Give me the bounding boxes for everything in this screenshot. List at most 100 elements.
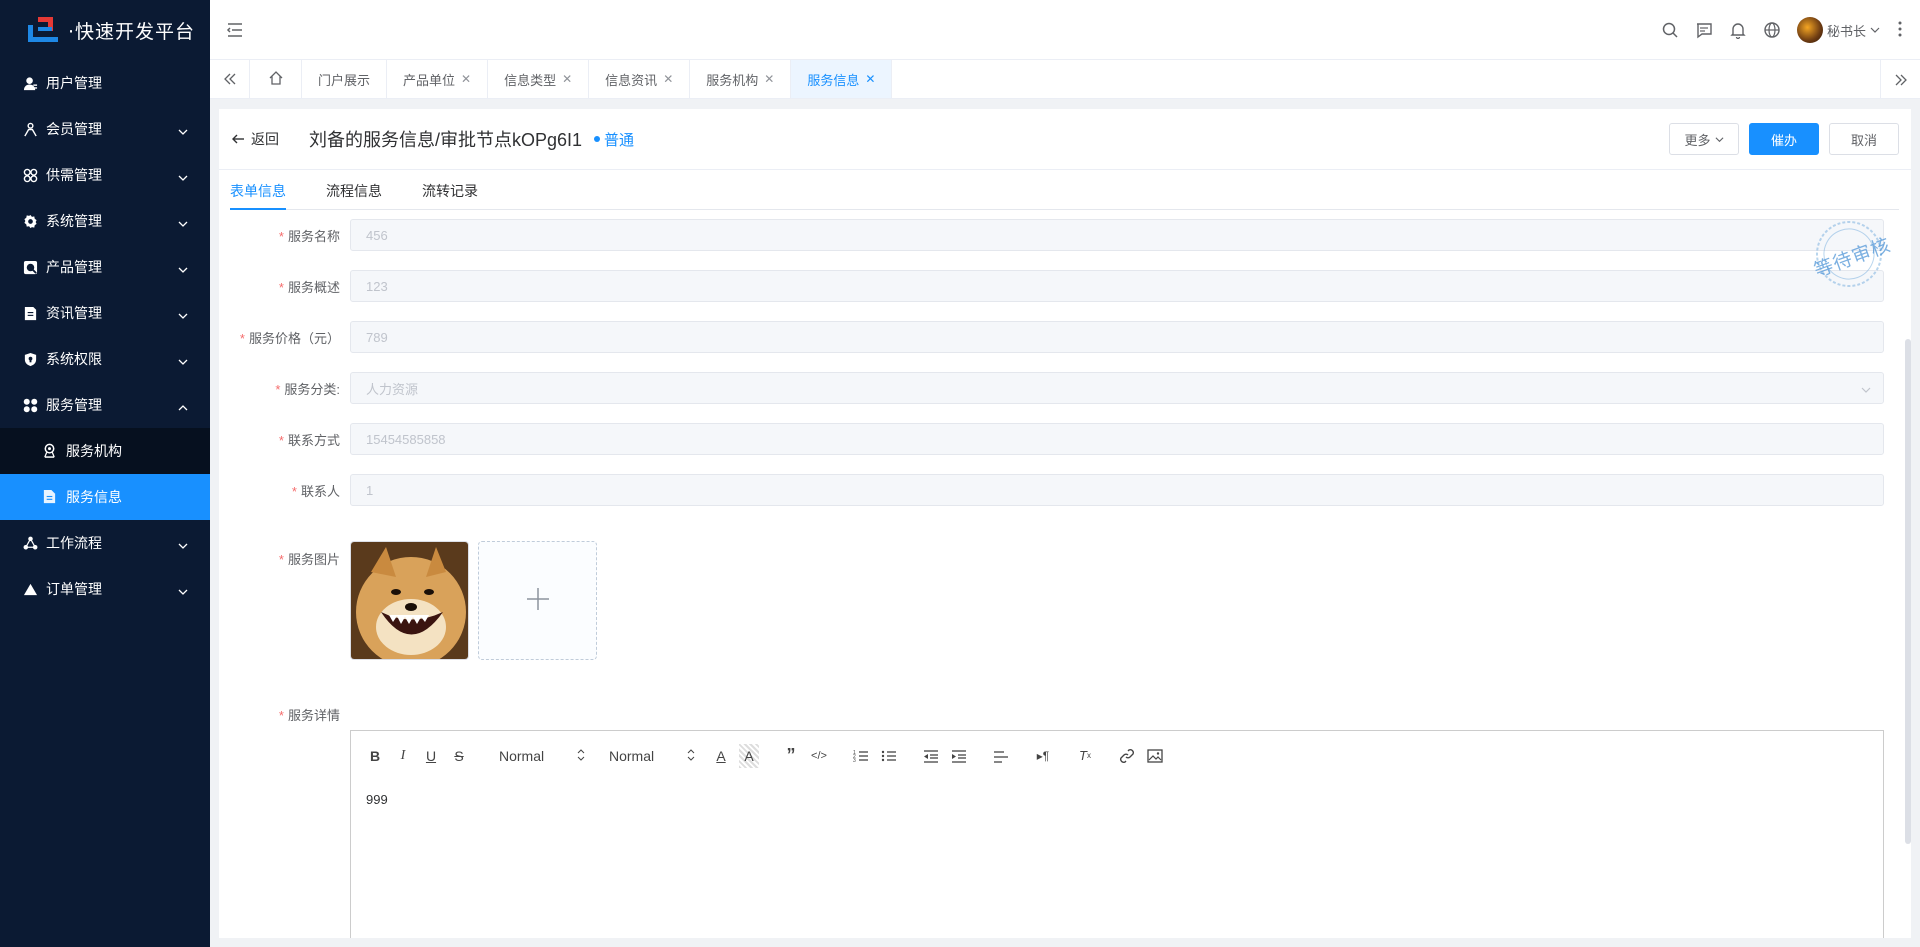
bell-icon[interactable] (1729, 21, 1747, 39)
text-field[interactable]: 123 (350, 270, 1884, 302)
user-name[interactable]: 秘书长 (1827, 21, 1866, 40)
collapse-menu-icon[interactable] (226, 21, 244, 39)
chevron-down-icon (178, 354, 188, 365)
strike-button[interactable]: S (445, 744, 473, 768)
italic-button[interactable]: I (389, 744, 417, 768)
ordered-list-icon[interactable]: 123 (847, 744, 875, 768)
tabs-scroll-left-icon[interactable] (210, 60, 250, 98)
text-field[interactable]: 15454585858 (350, 423, 1884, 455)
align-icon[interactable] (987, 744, 1015, 768)
user-icon (22, 75, 38, 91)
image-icon[interactable] (1141, 744, 1169, 768)
image-label: * 服务图片 (278, 552, 340, 567)
service-icon (22, 397, 38, 413)
globe-icon[interactable] (1763, 21, 1781, 39)
chevron-down-icon (1715, 135, 1724, 144)
background-color-button[interactable]: A (739, 743, 759, 768)
tab[interactable]: 产品单位 ✕ (387, 60, 489, 98)
font-size-select[interactable]: Normal (487, 744, 597, 768)
chevron-down-icon (1861, 383, 1871, 393)
vertical-scrollbar[interactable] (1905, 339, 1911, 844)
text-direction-icon[interactable]: ▸¶ (1029, 744, 1057, 768)
sidebar-item[interactable]: 系统管理 (0, 198, 210, 244)
back-button[interactable]: 返回 (231, 129, 279, 149)
more-button[interactable]: 更多 (1669, 123, 1739, 155)
tab-label: 产品单位 (403, 72, 456, 88)
chevron-down-icon (178, 538, 188, 549)
text-field[interactable]: 456 (350, 219, 1884, 251)
form-row: * 服务价格（元） 789 (219, 321, 1889, 353)
plus-icon (525, 586, 551, 615)
chevron-down-icon (178, 262, 188, 273)
close-icon[interactable]: ✕ (562, 72, 572, 86)
category-select[interactable]: 人力资源 (350, 372, 1884, 404)
dog-photo-icon (351, 542, 468, 659)
status-dot (594, 136, 601, 142)
underline-button[interactable]: U (417, 744, 445, 768)
cancel-button[interactable]: 取消 (1829, 123, 1899, 155)
sidebar-subitem[interactable]: 服务信息 (0, 474, 210, 520)
field-label: * 联系方式 (278, 432, 340, 448)
file-icon (42, 489, 58, 505)
bold-button[interactable]: B (361, 744, 389, 768)
chevron-down-icon[interactable] (1870, 25, 1880, 35)
tab[interactable]: 服务机构 ✕ (690, 60, 792, 98)
blockquote-icon[interactable]: ” (777, 744, 805, 768)
supply-icon (22, 167, 38, 183)
editor-content[interactable]: 999 (351, 780, 1883, 819)
sidebar-item[interactable]: 服务管理 (0, 382, 210, 428)
tab-home[interactable] (250, 60, 302, 98)
form-tab[interactable]: 流转记录 (422, 181, 498, 209)
sidebar-item[interactable]: 产品管理 (0, 244, 210, 290)
sidebar-item[interactable]: 工作流程 (0, 520, 210, 566)
message-icon[interactable] (1695, 21, 1713, 39)
avatar[interactable] (1796, 17, 1823, 43)
outdent-icon[interactable] (917, 744, 945, 768)
close-icon[interactable]: ✕ (461, 72, 471, 86)
chevron-down-icon (178, 124, 188, 135)
chevron-down-icon (178, 308, 188, 319)
link-icon[interactable] (1113, 744, 1141, 768)
sidebar-subitem[interactable]: 服务机构 (0, 428, 210, 474)
form-tab[interactable]: 表单信息 (230, 181, 286, 210)
uploaded-image-thumbnail[interactable] (350, 541, 469, 660)
document-icon (22, 305, 38, 321)
more-vertical-icon[interactable] (1898, 21, 1908, 39)
sidebar-item[interactable]: 会员管理 (0, 106, 210, 152)
sidebar-item[interactable]: 用户管理 (0, 60, 210, 106)
sidebar-item[interactable]: 系统权限 (0, 336, 210, 382)
close-icon[interactable]: ✕ (865, 72, 875, 86)
add-image-button[interactable] (478, 541, 597, 660)
tab[interactable]: 门户展示 (302, 60, 388, 98)
sidebar: ·快速开发平台 用户管理 会员管理 供需管理 系统管理 产品管理 资讯管理 系统权限 服务管理… (0, 0, 210, 947)
form-tab[interactable]: 流程信息 (326, 181, 402, 209)
close-icon[interactable]: ✕ (764, 72, 774, 86)
header-select[interactable]: Normal (597, 744, 707, 768)
sidebar-item[interactable]: 供需管理 (0, 152, 210, 198)
tab[interactable]: 信息资讯 ✕ (589, 60, 691, 98)
sidebar-item[interactable]: 订单管理 (0, 566, 210, 612)
sidebar-item-label: 产品管理 (46, 259, 102, 275)
arrow-left-icon (231, 132, 245, 146)
code-block-icon[interactable]: </> (805, 744, 833, 768)
text-field[interactable]: 1 (350, 474, 1884, 506)
font-color-button[interactable]: A (707, 744, 735, 768)
field-label: * 服务概述 (278, 279, 340, 295)
sidebar-item[interactable]: 资讯管理 (0, 290, 210, 336)
tab[interactable]: 信息类型 ✕ (488, 60, 590, 98)
tab-label: 信息资讯 (605, 72, 658, 88)
product-icon (22, 259, 38, 275)
tab[interactable]: 服务信息 ✕ (791, 60, 893, 98)
tabs-scroll-right-icon[interactable] (1880, 60, 1920, 99)
indent-icon[interactable] (945, 744, 973, 768)
clear-format-icon[interactable]: Tx (1071, 744, 1099, 768)
chevron-down-icon (178, 584, 188, 595)
close-icon[interactable]: ✕ (663, 72, 673, 86)
field-label: * 服务价格（元） (239, 330, 340, 346)
bullet-list-icon[interactable] (875, 744, 903, 768)
text-field[interactable]: 789 (350, 321, 1884, 353)
search-icon[interactable] (1661, 21, 1679, 39)
workflow-icon (22, 535, 38, 551)
urge-button[interactable]: 催办 (1749, 123, 1819, 155)
form-row: * 服务分类: 人力资源 (219, 372, 1889, 404)
